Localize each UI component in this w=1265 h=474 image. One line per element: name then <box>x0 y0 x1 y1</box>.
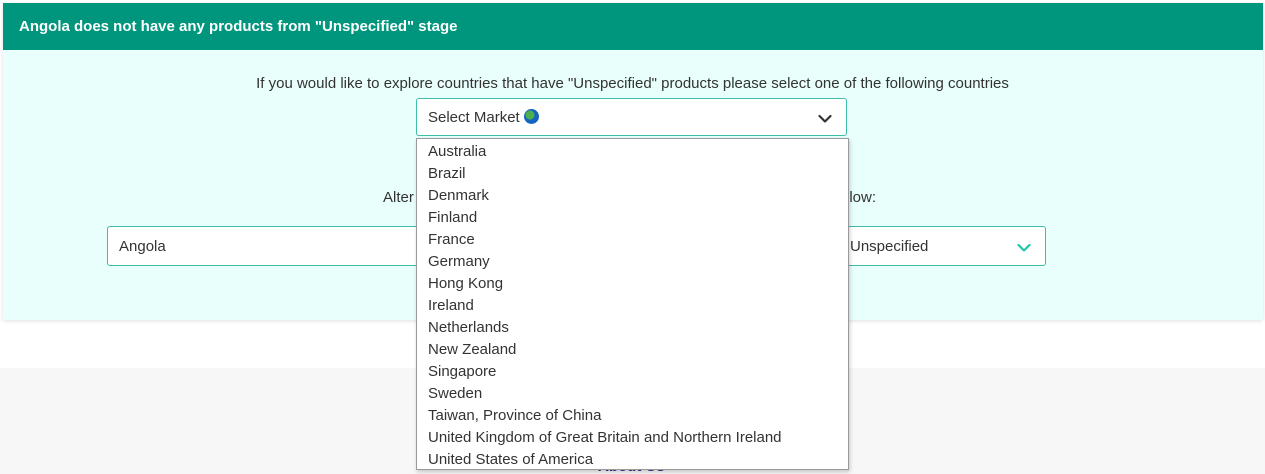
market-option-netherlands[interactable]: Netherlands <box>417 317 848 339</box>
market-option-united-kingdom[interactable]: United Kingdom of Great Britain and Nort… <box>417 427 848 449</box>
chevron-down-icon <box>818 111 832 128</box>
explore-prompt: If you would like to explore countries t… <box>256 75 1009 92</box>
market-select-label: Select Market <box>428 109 539 126</box>
globe-icon <box>523 109 539 124</box>
market-option-hong-kong[interactable]: Hong Kong <box>417 273 848 295</box>
panel-header: Angola does not have any products from "… <box>3 3 1263 50</box>
stage-select[interactable]: Unspecified <box>820 226 1046 266</box>
market-select[interactable]: Select Market <box>416 98 847 136</box>
market-option-finland[interactable]: Finland <box>417 207 848 229</box>
market-option-sweden[interactable]: Sweden <box>417 383 848 405</box>
country-select-value: Angola <box>119 238 166 255</box>
market-option-new-zealand[interactable]: New Zealand <box>417 339 848 361</box>
alternative-prompt-start: Alter <box>383 189 414 206</box>
stage-select-value: Unspecified <box>850 238 929 255</box>
market-select-text: Select Market <box>428 109 520 126</box>
market-option-australia[interactable]: Australia <box>417 141 848 163</box>
country-select[interactable]: Angola <box>107 226 437 266</box>
market-option-ireland[interactable]: Ireland <box>417 295 848 317</box>
market-option-france[interactable]: France <box>417 229 848 251</box>
market-option-taiwan[interactable]: Taiwan, Province of China <box>417 405 848 427</box>
market-option-singapore[interactable]: Singapore <box>417 361 848 383</box>
market-option-germany[interactable]: Germany <box>417 251 848 273</box>
chevron-down-icon <box>1017 240 1031 257</box>
market-dropdown-list: Australia Brazil Denmark Finland France … <box>416 138 849 470</box>
market-option-brazil[interactable]: Brazil <box>417 163 848 185</box>
market-option-denmark[interactable]: Denmark <box>417 185 848 207</box>
page: Angola does not have any products from "… <box>0 0 1265 474</box>
market-option-united-states[interactable]: United States of America <box>417 449 848 471</box>
